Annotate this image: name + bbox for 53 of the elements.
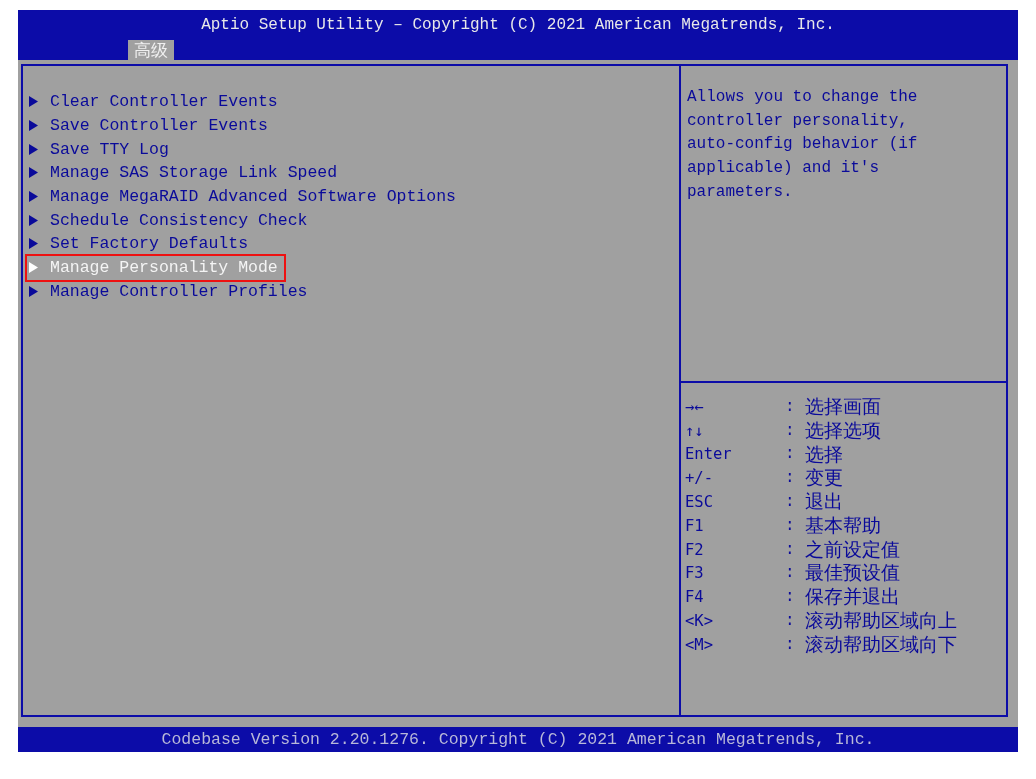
- menu-item[interactable]: Manage MegaRAID Advanced Software Options: [27, 184, 462, 209]
- key-label: <M>: [684, 635, 714, 654]
- key-label: ESC: [684, 493, 714, 512]
- triangle-icon: [29, 191, 38, 203]
- key-separator: :: [785, 564, 796, 583]
- key-label: <K>: [684, 612, 714, 631]
- triangle-icon: [29, 262, 38, 274]
- triangle-icon: [29, 238, 38, 250]
- key-label: F4: [684, 588, 705, 607]
- menu-item[interactable]: Manage Controller Profiles: [27, 279, 314, 304]
- key-description: 选择选项: [805, 417, 881, 443]
- key-description: 保存并退出: [805, 584, 900, 610]
- key-label: Enter: [684, 445, 733, 464]
- key-separator: :: [785, 397, 796, 416]
- key-separator: :: [785, 540, 796, 559]
- menu-item[interactable]: Save Controller Events: [27, 113, 274, 138]
- key-description: 基本帮助: [805, 512, 881, 538]
- help-text: Allows you to change the controller personality, auto-config behavior (if applicable) and it's parameters.: [686, 87, 919, 203]
- window-title: Aptio Setup Utility – Copyright (C) 2021 American Megatrends, Inc.: [200, 15, 836, 36]
- key-separator: :: [785, 635, 796, 654]
- triangle-icon: [29, 285, 38, 297]
- menu-item[interactable]: Save TTY Log: [27, 137, 175, 162]
- key-label: F2: [684, 540, 705, 559]
- key-separator: :: [785, 445, 796, 464]
- triangle-icon: [29, 143, 38, 155]
- key-description: 选择: [805, 441, 843, 467]
- menu-item[interactable]: Set Factory Defaults: [27, 232, 255, 256]
- key-separator: :: [785, 588, 796, 607]
- triangle-icon: [29, 214, 38, 226]
- key-label: +/-: [684, 469, 714, 488]
- triangle-icon: [29, 96, 38, 108]
- key-separator: :: [785, 469, 796, 488]
- triangle-icon: [29, 120, 38, 132]
- menu-item[interactable]: Clear Controller Events: [27, 90, 284, 114]
- key-description: 滚动帮助区域向上: [805, 608, 957, 634]
- key-description: 选择画面: [805, 393, 881, 419]
- menu-item[interactable]: Manage SAS Storage Link Speed: [27, 161, 344, 185]
- key-description: 变更: [805, 465, 843, 491]
- key-label: →←: [684, 397, 705, 416]
- key-separator: :: [785, 612, 796, 631]
- key-description: 最佳预设值: [805, 560, 900, 586]
- key-separator: :: [785, 493, 796, 512]
- key-label: F3: [684, 564, 705, 583]
- key-separator: :: [785, 421, 796, 440]
- footer-text: Codebase Version 2.20.1276. Copyright (C) 2021 American Megatrends, Inc.: [161, 730, 875, 749]
- menu-item[interactable]: Schedule Consistency Check: [27, 208, 314, 233]
- key-label: F1: [684, 516, 705, 535]
- key-description: 之前设定值: [805, 536, 900, 562]
- key-description: 退出: [805, 489, 843, 515]
- key-label: ↑↓: [684, 421, 705, 440]
- key-description: 滚动帮助区域向下: [805, 631, 957, 657]
- key-separator: :: [785, 516, 796, 535]
- triangle-icon: [29, 167, 38, 179]
